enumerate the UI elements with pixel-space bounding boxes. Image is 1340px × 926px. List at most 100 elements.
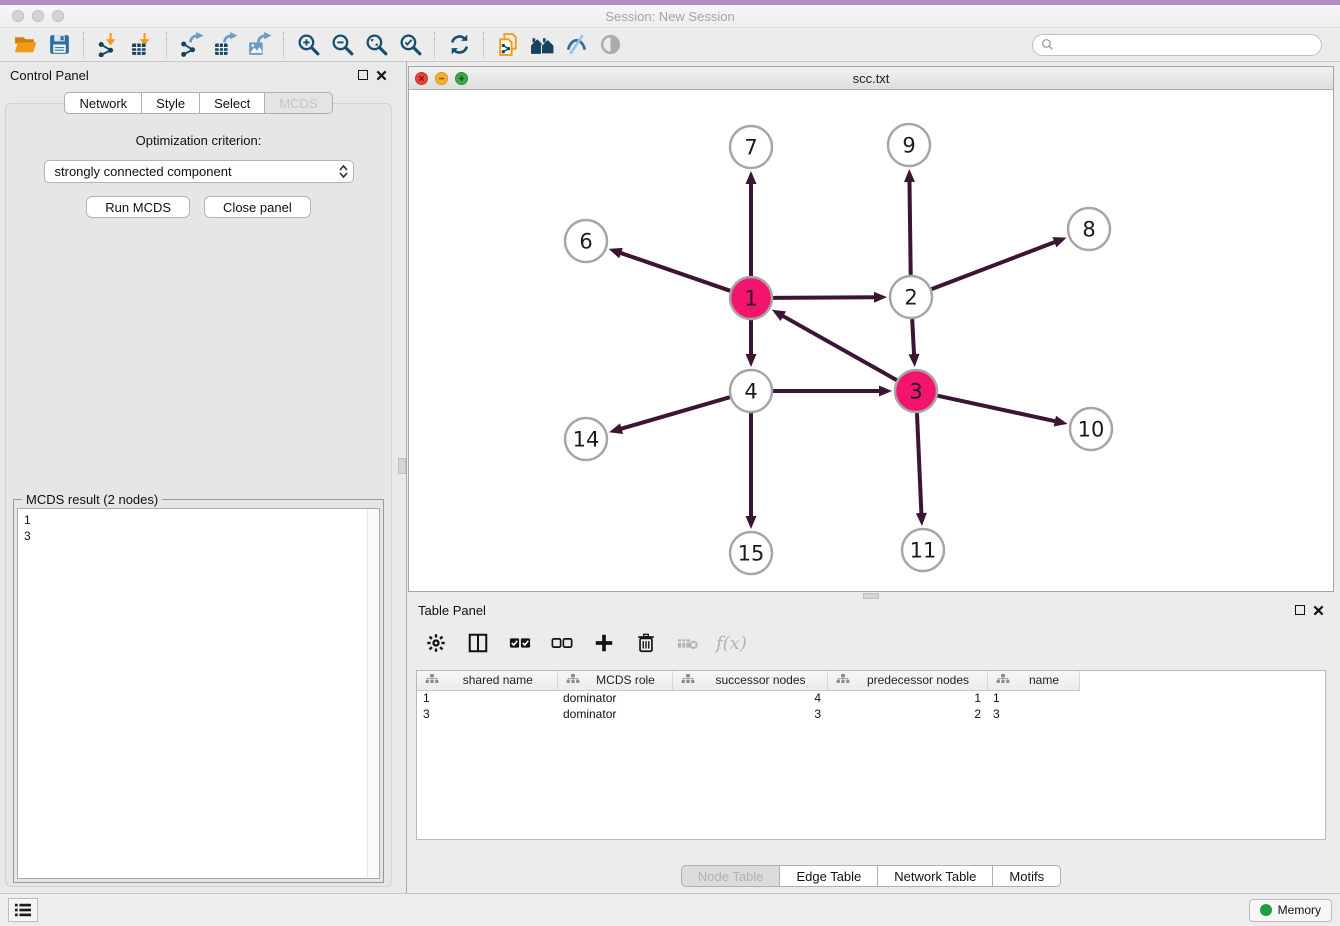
settings-icon[interactable]	[422, 629, 450, 657]
table-tabs: Node Table Edge Table Network Table Moti…	[408, 851, 1334, 893]
float-panel-icon[interactable]	[1295, 605, 1305, 615]
edge-arrowhead	[746, 171, 757, 184]
edge-3-11[interactable]	[917, 413, 921, 515]
splitter-handle[interactable]	[398, 458, 406, 474]
cell-successor-nodes[interactable]: 4	[672, 690, 827, 706]
select-all-checkboxes-icon[interactable]	[506, 629, 534, 657]
edge-4-14[interactable]	[620, 397, 730, 429]
mcds-result-text[interactable]: 1 3	[18, 509, 367, 878]
run-mcds-button[interactable]: Run MCDS	[86, 196, 190, 218]
edge-arrowhead	[609, 248, 623, 258]
edge-arrowhead	[746, 354, 757, 367]
edge-arrowhead	[879, 386, 892, 397]
window-title: Session: New Session	[0, 9, 1340, 24]
tab-node-table[interactable]: Node Table	[681, 865, 781, 887]
vertical-splitter[interactable]	[397, 62, 407, 893]
optimization-criterion-select[interactable]: strongly connected component	[44, 160, 354, 183]
refresh-icon[interactable]	[442, 30, 476, 60]
cell-shared-name[interactable]: 3	[417, 706, 557, 722]
table-row[interactable]: 3dominator323	[417, 706, 1079, 722]
search-box[interactable]	[1032, 34, 1322, 56]
save-session-icon[interactable]	[42, 30, 76, 60]
table-row[interactable]: 1dominator411	[417, 690, 1079, 706]
import-table-icon[interactable]	[125, 30, 159, 60]
cell-name[interactable]: 3	[987, 706, 1079, 722]
control-panel-title: Control Panel	[10, 68, 89, 83]
network-window-titlebar[interactable]: scc.txt	[409, 67, 1333, 90]
column-header-successor-nodes[interactable]: successor nodes	[672, 671, 827, 690]
tab-style[interactable]: Style	[142, 92, 200, 114]
node-label-8: 8	[1082, 217, 1095, 241]
edge-arrowhead	[874, 292, 887, 303]
tab-motifs[interactable]: Motifs	[993, 865, 1061, 887]
tab-network-table[interactable]: Network Table	[878, 865, 993, 887]
zoom-out-icon[interactable]	[325, 30, 359, 60]
tab-mcds[interactable]: MCDS	[265, 92, 332, 114]
horizontal-splitter[interactable]	[408, 592, 1334, 598]
delete-icon[interactable]	[632, 629, 660, 657]
network-graph[interactable]: 7968124314101511	[409, 90, 1333, 591]
float-panel-icon[interactable]	[358, 70, 368, 80]
edge-1-6[interactable]	[619, 252, 730, 290]
edge-2-8[interactable]	[932, 241, 1057, 289]
edge-2-9[interactable]	[909, 180, 910, 275]
export-network-icon[interactable]	[174, 30, 208, 60]
edge-3-10[interactable]	[937, 396, 1056, 422]
toolbar-separator	[483, 32, 484, 58]
duplicate-network-icon[interactable]	[491, 30, 525, 60]
node-label-1: 1	[744, 286, 757, 310]
node-label-2: 2	[904, 285, 917, 309]
column-header-shared-name[interactable]: shared name	[417, 671, 557, 690]
cell-name[interactable]: 1	[987, 690, 1079, 706]
birds-eye-view-icon[interactable]	[593, 30, 627, 60]
export-image-icon[interactable]	[242, 30, 276, 60]
home-icon[interactable]	[525, 30, 559, 60]
export-table-icon[interactable]	[208, 30, 242, 60]
node-label-7: 7	[744, 135, 757, 159]
split-columns-icon[interactable]	[464, 629, 492, 657]
edge-1-2[interactable]	[773, 297, 876, 298]
table-panel-title: Table Panel	[418, 603, 486, 618]
close-panel-icon[interactable]	[1313, 605, 1324, 616]
cell-MCDS-role[interactable]: dominator	[557, 706, 672, 722]
close-panel-button[interactable]: Close panel	[204, 196, 311, 218]
zoom-fit-content-icon[interactable]	[359, 30, 393, 60]
cell-predecessor-nodes[interactable]: 1	[827, 690, 987, 706]
deselect-all-checkboxes-icon[interactable]	[548, 629, 576, 657]
cell-successor-nodes[interactable]: 3	[672, 706, 827, 722]
network-canvas[interactable]: 7968124314101511	[409, 90, 1333, 591]
toolbar-separator	[83, 32, 84, 58]
tab-select[interactable]: Select	[200, 92, 265, 114]
cell-MCDS-role[interactable]: dominator	[557, 690, 672, 706]
memory-status-icon	[1260, 904, 1272, 916]
cell-shared-name[interactable]: 1	[417, 690, 557, 706]
toolbar-separator	[434, 32, 435, 58]
graphics-details-icon[interactable]	[559, 30, 593, 60]
task-history-button[interactable]	[8, 898, 38, 922]
search-input[interactable]	[1059, 38, 1313, 52]
network-view-window: scc.txt 7968124314101511	[408, 66, 1334, 592]
edge-arrowhead	[904, 169, 915, 182]
edge-2-3[interactable]	[912, 319, 914, 356]
memory-button[interactable]: Memory	[1249, 899, 1332, 922]
tab-edge-table[interactable]: Edge Table	[780, 865, 878, 887]
column-header-name[interactable]: name	[987, 671, 1079, 690]
splitter-handle[interactable]	[863, 593, 879, 599]
add-row-icon[interactable]	[590, 629, 618, 657]
tab-network[interactable]: Network	[64, 92, 142, 114]
open-folder-icon[interactable]	[8, 30, 42, 60]
zoom-in-icon[interactable]	[291, 30, 325, 60]
result-scrollbar[interactable]	[367, 509, 379, 878]
node-table[interactable]: shared nameMCDS rolesuccessor nodesprede…	[416, 670, 1326, 840]
edge-3-1[interactable]	[781, 315, 896, 380]
close-panel-icon[interactable]	[376, 70, 387, 81]
edge-arrowhead	[609, 423, 623, 434]
column-header-MCDS-role[interactable]: MCDS role	[557, 671, 672, 690]
optimization-criterion-label: Optimization criterion:	[6, 133, 391, 148]
cell-predecessor-nodes[interactable]: 2	[827, 706, 987, 722]
node-label-11: 11	[910, 538, 937, 562]
import-network-icon[interactable]	[91, 30, 125, 60]
column-header-predecessor-nodes[interactable]: predecessor nodes	[827, 671, 987, 690]
zoom-selected-icon[interactable]	[393, 30, 427, 60]
node-label-10: 10	[1078, 417, 1105, 441]
